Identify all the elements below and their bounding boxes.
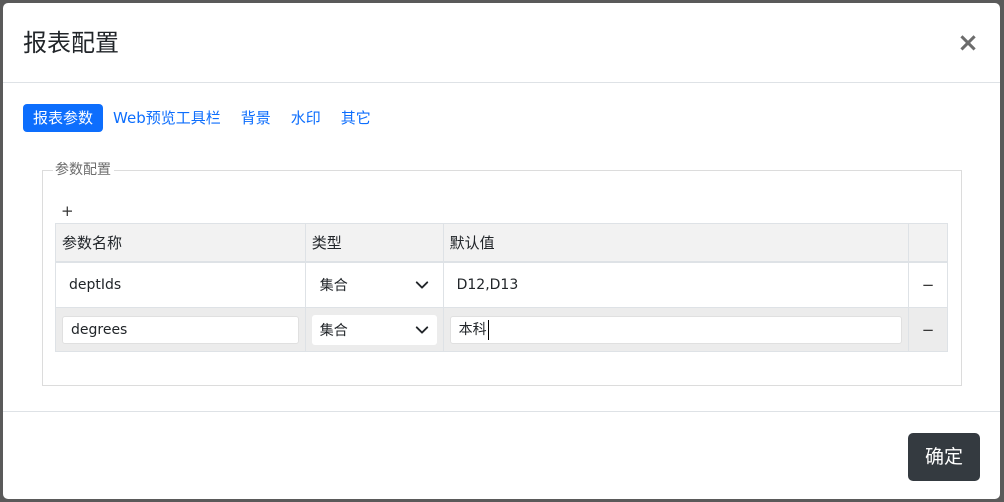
params-fieldset: 参数配置 + 参数名称 类型 默认值 deptIds 集合 D12,D13 − … [42, 160, 962, 386]
column-header-actions [908, 223, 948, 263]
table-row: deptIds 集合 D12,D13 − [55, 261, 948, 308]
dialog-footer: 确定 [3, 411, 1000, 499]
param-type-cell: 集合 [304, 307, 444, 352]
table-header-row: 参数名称 类型 默认值 [55, 223, 948, 263]
add-param-button[interactable]: + [61, 202, 74, 220]
table-row: degrees 集合 本科 − [55, 307, 948, 352]
param-type-cell: 集合 [304, 261, 444, 308]
param-name-text: deptIds [69, 277, 122, 293]
param-default-input-value: 本科 [458, 321, 487, 338]
param-name-input[interactable]: degrees [62, 315, 299, 344]
tab-web-preview-toolbar[interactable]: Web预览工具栏 [103, 104, 231, 132]
params-table: 参数名称 类型 默认值 deptIds 集合 D12,D13 − degrees… [55, 223, 948, 352]
tab-bar: 报表参数 Web预览工具栏 背景 水印 其它 [23, 104, 381, 132]
param-name-cell[interactable]: deptIds [55, 261, 306, 308]
param-type-value: 集合 [319, 322, 348, 339]
param-default-cell[interactable]: D12,D13 [442, 261, 910, 308]
chevron-down-icon [415, 281, 428, 289]
column-header-type: 类型 [304, 223, 444, 263]
param-type-select[interactable]: 集合 [311, 270, 437, 300]
column-header-default-value: 默认值 [442, 223, 910, 263]
param-default-text: D12,D13 [456, 277, 519, 293]
tab-background[interactable]: 背景 [231, 104, 281, 132]
chevron-down-icon [415, 325, 428, 334]
close-icon: × [957, 28, 979, 58]
param-default-input[interactable]: 本科 [449, 315, 903, 344]
param-type-value: 集合 [319, 278, 348, 294]
param-name-cell: degrees [55, 307, 306, 352]
dialog-title: 报表配置 [23, 29, 119, 57]
tab-report-params[interactable]: 报表参数 [23, 104, 104, 132]
remove-param-button[interactable]: − [908, 307, 948, 352]
param-default-cell: 本科 [442, 307, 910, 352]
remove-param-button[interactable]: − [908, 261, 948, 308]
report-config-dialog: 报表配置 × 报表参数 Web预览工具栏 背景 水印 其它 参数配置 + 参数名… [3, 3, 1000, 499]
column-header-param-name: 参数名称 [55, 223, 306, 263]
tab-watermark[interactable]: 水印 [281, 104, 331, 132]
text-cursor [487, 319, 489, 340]
param-type-select[interactable]: 集合 [311, 314, 437, 345]
confirm-button[interactable]: 确定 [908, 433, 980, 481]
params-legend: 参数配置 [53, 160, 114, 180]
dialog-header: 报表配置 × [3, 3, 1000, 83]
close-button[interactable]: × [956, 25, 980, 61]
tab-other[interactable]: 其它 [331, 104, 381, 132]
